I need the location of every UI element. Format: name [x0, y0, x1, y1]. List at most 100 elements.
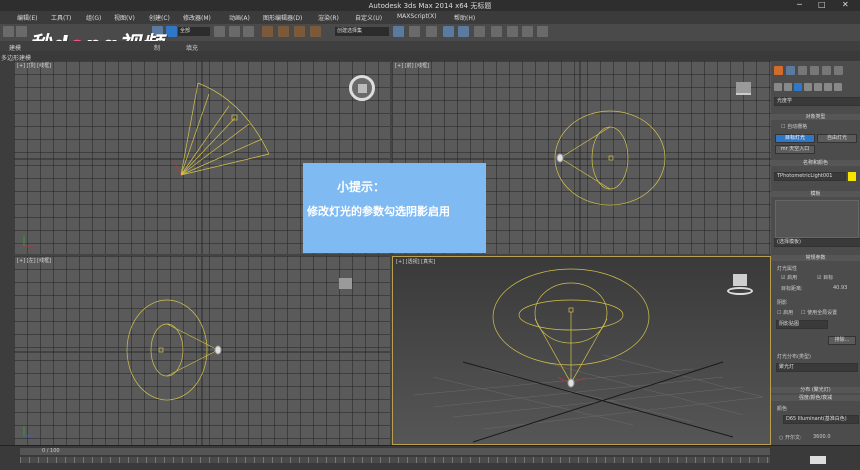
color-preset-dropdown[interactable]: D65 Illuminant(基准白色) — [783, 415, 859, 424]
template-select[interactable]: (选择模板) — [774, 238, 860, 247]
viewcube-face-icon — [733, 274, 747, 286]
viewcube-top[interactable] — [349, 75, 375, 101]
shadows-label: 阴影 — [777, 300, 788, 306]
viewcube-face-icon — [358, 84, 367, 93]
axis-tripod-left — [23, 426, 34, 437]
menu-bar: 编辑(E) 工具(T) 组(G) 视图(V) 创建(C) 修改器(M) 动画(A… — [0, 11, 860, 24]
kelvin-value[interactable]: 3600.0 — [813, 434, 831, 440]
viewcube-left[interactable] — [339, 278, 352, 289]
schematic-view-icon[interactable] — [474, 26, 485, 37]
free-light-button[interactable]: 自由灯光 — [817, 134, 857, 143]
create-tab-icon[interactable] — [774, 66, 783, 75]
spinner-snap-icon[interactable] — [310, 26, 321, 37]
targeted-checkbox[interactable]: ☑ 目标 — [817, 274, 833, 281]
general-params-header[interactable]: 常规参数 — [771, 255, 860, 261]
shadows-enabled-checkbox[interactable]: ☐ 启用 — [777, 309, 793, 316]
mr-sky-portal-button[interactable]: mr 天空入口 — [775, 145, 815, 154]
menu-create[interactable]: 创建(C) — [149, 13, 170, 22]
viewcube-ring-icon — [727, 287, 753, 295]
select-by-name-icon[interactable] — [166, 26, 177, 37]
category-dropdown[interactable]: 光度学 — [774, 97, 860, 106]
shapes-icon[interactable] — [784, 83, 792, 91]
menu-tools[interactable]: 工具(T) — [51, 13, 71, 22]
ribbon: 建模 制 填充 — [0, 41, 860, 52]
selection-filter-dropdown[interactable]: 全部 — [178, 27, 210, 36]
align-icon[interactable] — [409, 26, 420, 37]
rotate-icon[interactable] — [243, 26, 254, 37]
object-color-swatch[interactable] — [848, 172, 856, 181]
modify-tab-icon[interactable] — [786, 66, 795, 75]
timeline: 0 / 100 — [0, 445, 860, 470]
angle-snap-icon[interactable] — [278, 26, 289, 37]
viewport-left[interactable]: [+] [左] [线框] — [14, 256, 390, 445]
target-distance-value[interactable]: 40.93 — [833, 285, 847, 291]
menu-graph-editors[interactable]: 图形编辑器(D) — [263, 13, 302, 22]
menu-edit[interactable]: 编辑(E) — [17, 13, 37, 22]
object-name-input[interactable]: TPhotometricLight001 — [774, 172, 846, 181]
templates-header[interactable]: 模板 — [771, 191, 860, 197]
undo-icon[interactable] — [3, 26, 14, 37]
maximize-button[interactable]: □ — [818, 0, 826, 10]
helpers-icon[interactable] — [814, 83, 822, 91]
object-type-header[interactable]: 对象类型 — [771, 114, 860, 120]
photometric-light-cone-top[interactable] — [180, 82, 270, 176]
display-tab-icon[interactable] — [822, 66, 831, 75]
cameras-icon[interactable] — [804, 83, 812, 91]
viewcube-persp[interactable] — [727, 274, 753, 298]
shadow-type-dropdown[interactable]: 阴影贴图 — [776, 320, 828, 329]
tip-title: 小提示： — [337, 180, 386, 194]
autogrid-checkbox[interactable]: ☐ 自动栅格 — [781, 123, 807, 130]
layer-icon[interactable] — [426, 26, 437, 37]
spacewarps-icon[interactable] — [824, 83, 832, 91]
distribution-dropdown[interactable]: 聚光灯 — [776, 363, 858, 372]
menu-group[interactable]: 组(G) — [86, 13, 101, 22]
menu-animation[interactable]: 动画(A) — [229, 13, 250, 22]
time-slider[interactable]: 0 / 100 — [20, 448, 770, 455]
key-button[interactable] — [810, 456, 826, 464]
render-icon[interactable] — [537, 26, 548, 37]
menu-rendering[interactable]: 渲染(R) — [318, 13, 339, 22]
photometric-light-cone-left[interactable] — [126, 299, 219, 401]
systems-icon[interactable] — [834, 83, 842, 91]
hierarchy-tab-icon[interactable] — [798, 66, 807, 75]
render-setup-icon[interactable] — [507, 26, 518, 37]
use-global-settings-checkbox[interactable]: ☐ 使用全局设置 — [801, 309, 837, 316]
menu-maxscript[interactable]: MAXScript(X) — [397, 13, 437, 20]
material-editor-icon[interactable] — [491, 26, 502, 37]
viewport-perspective[interactable]: [+] [透视] [真实] — [392, 256, 771, 445]
mirror-icon[interactable] — [393, 26, 404, 37]
motion-tab-icon[interactable] — [810, 66, 819, 75]
snap-icon[interactable] — [262, 26, 273, 37]
curve-editor-icon[interactable] — [458, 26, 469, 37]
menu-modifiers[interactable]: 修改器(M) — [183, 13, 211, 22]
move-icon[interactable] — [229, 26, 240, 37]
minimize-button[interactable]: ─ — [797, 0, 802, 10]
kelvin-radio[interactable]: ○ 开尔文: — [779, 434, 802, 441]
select-region-icon[interactable] — [214, 26, 225, 37]
intensity-header[interactable]: 强度/颜色/衰减 — [771, 395, 860, 401]
photometric-light-cone-persp[interactable] — [492, 268, 650, 384]
menu-customize[interactable]: 自定义(U) — [355, 13, 382, 22]
photometric-light-cone-front[interactable] — [554, 110, 666, 206]
distribution-spotlight-header[interactable]: 分布 (聚光灯) — [771, 387, 860, 393]
name-color-header[interactable]: 名称和颜色 — [771, 160, 860, 166]
rendered-frame-icon[interactable] — [522, 26, 533, 37]
lights-icon[interactable] — [794, 83, 802, 91]
viewcube-front[interactable] — [736, 82, 751, 95]
redo-icon[interactable] — [16, 26, 27, 37]
subribbon: 多边形建模 — [0, 51, 860, 62]
track-bar[interactable] — [20, 457, 770, 463]
named-selection-set-dropdown[interactable]: 创建选择集 — [335, 27, 389, 36]
close-button[interactable]: ✕ — [842, 0, 849, 10]
utilities-tab-icon[interactable] — [834, 66, 843, 75]
percent-snap-icon[interactable] — [294, 26, 305, 37]
target-light-button[interactable]: 目标灯光 — [775, 134, 815, 143]
menu-view[interactable]: 视图(V) — [114, 13, 135, 22]
light-enabled-checkbox[interactable]: ☑ 启用 — [781, 274, 797, 281]
exclude-button[interactable]: 排除... — [828, 336, 856, 345]
menu-help[interactable]: 帮助(H) — [454, 13, 475, 22]
graphite-icon[interactable] — [443, 26, 454, 37]
geometry-icon[interactable] — [774, 83, 782, 91]
color-label: 颜色 — [777, 406, 788, 412]
distribution-type-label: 灯光分布(类型) — [777, 354, 811, 360]
